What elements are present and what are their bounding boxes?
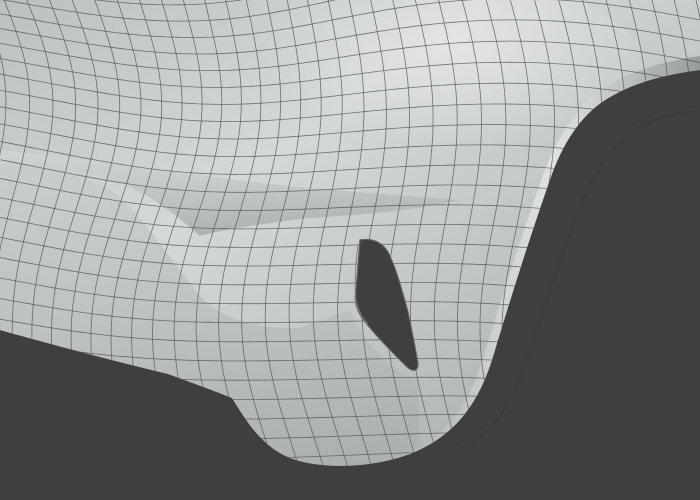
3d-viewport[interactable] — [0, 0, 700, 500]
mesh-render[interactable] — [0, 0, 700, 500]
